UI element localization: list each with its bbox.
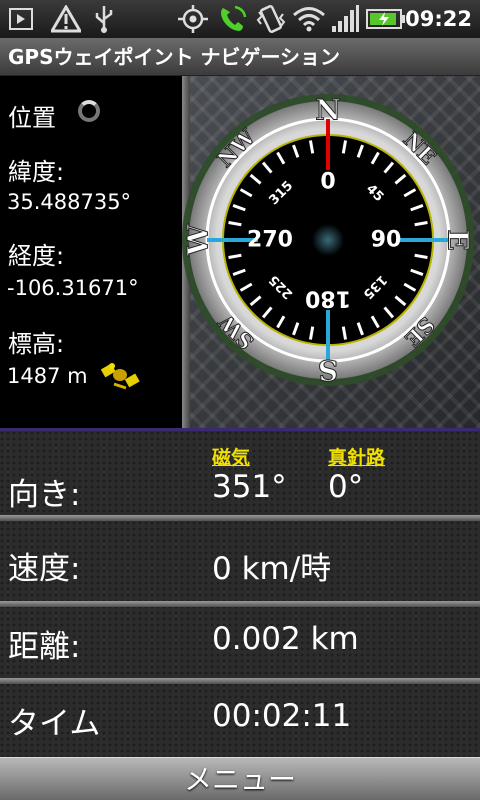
- longitude-value: -106.31671°: [7, 276, 139, 300]
- elevation-value: 1487 m: [7, 364, 88, 388]
- time-row: タイム 00:02:11: [0, 684, 480, 757]
- latitude-value: 35.488735°: [7, 190, 132, 214]
- compass-degree-label: 270: [247, 228, 293, 253]
- true-course-label: 真針路: [328, 447, 386, 469]
- gps-icon: [176, 4, 210, 34]
- distance-value: 0.002 km: [212, 621, 359, 657]
- compass-degree-label: 90: [371, 228, 402, 253]
- compass-hub: [312, 224, 344, 256]
- status-bar: 09:22: [0, 0, 480, 38]
- compass-degree-label: 180: [305, 286, 351, 311]
- menu-button[interactable]: メニュー: [0, 757, 480, 800]
- elevation-label: 標高:: [8, 330, 65, 358]
- elapsed-time-value: 00:02:11: [212, 698, 352, 734]
- satellite-icon: [100, 358, 142, 396]
- magnetic-heading-value: 351°: [212, 469, 287, 505]
- clock: 09:22: [405, 7, 472, 31]
- time-label: タイム: [8, 706, 101, 742]
- compass-cardinal-w: W: [182, 224, 215, 257]
- compass-cardinal-n: N: [315, 94, 341, 127]
- alert-icon: [50, 4, 82, 34]
- vibrate-icon: [254, 4, 288, 34]
- readings-panel: 向き: 磁気 351° 真針路 0° 速度: 0 km/時 距離: 0.002 …: [0, 431, 480, 757]
- heading-label: 向き:: [8, 477, 81, 513]
- latitude-label: 緯度:: [8, 158, 65, 186]
- longitude-label: 経度:: [8, 242, 65, 270]
- heading-row: 向き: 磁気 351° 真針路 0°: [0, 431, 480, 517]
- distance-row: 距離: 0.002 km: [0, 607, 480, 679]
- speed-row: 速度: 0 km/時: [0, 521, 480, 601]
- compass: 0 4590135180225270315 NNEESESSWWNW: [182, 93, 475, 387]
- title-bar: GPSウェイポイント ナビゲーション: [0, 38, 480, 76]
- signal-icon: [330, 4, 360, 34]
- menu-label: メニュー: [183, 763, 296, 796]
- speed-label: 速度:: [8, 551, 81, 587]
- phone-icon: [216, 4, 248, 34]
- speed-value: 0 km/時: [212, 551, 332, 587]
- position-label: 位置: [8, 104, 56, 132]
- app-title: GPSウェイポイント ナビゲーション: [8, 45, 341, 69]
- true-course-value: 0°: [328, 469, 364, 505]
- compass-cardinal-e: E: [442, 229, 475, 250]
- distance-label: 距離:: [8, 629, 81, 665]
- location-info-panel: 位置 緯度: 35.488735° 経度: -106.31671° 標高: 14…: [0, 76, 182, 428]
- magnetic-label: 磁気: [212, 447, 251, 469]
- gps-acquiring-spinner-icon: [78, 100, 100, 122]
- compass-cardinal-s: S: [318, 354, 338, 387]
- download-icon: [8, 4, 34, 34]
- wifi-icon: [292, 4, 326, 34]
- usb-icon: [92, 4, 116, 34]
- battery-charging-icon: [366, 4, 406, 34]
- compass-degree-label: 0: [320, 170, 335, 195]
- compass-panel: 0 45 90 135 180 225 270 315 N NE E SE S SW W NW: [182, 76, 480, 428]
